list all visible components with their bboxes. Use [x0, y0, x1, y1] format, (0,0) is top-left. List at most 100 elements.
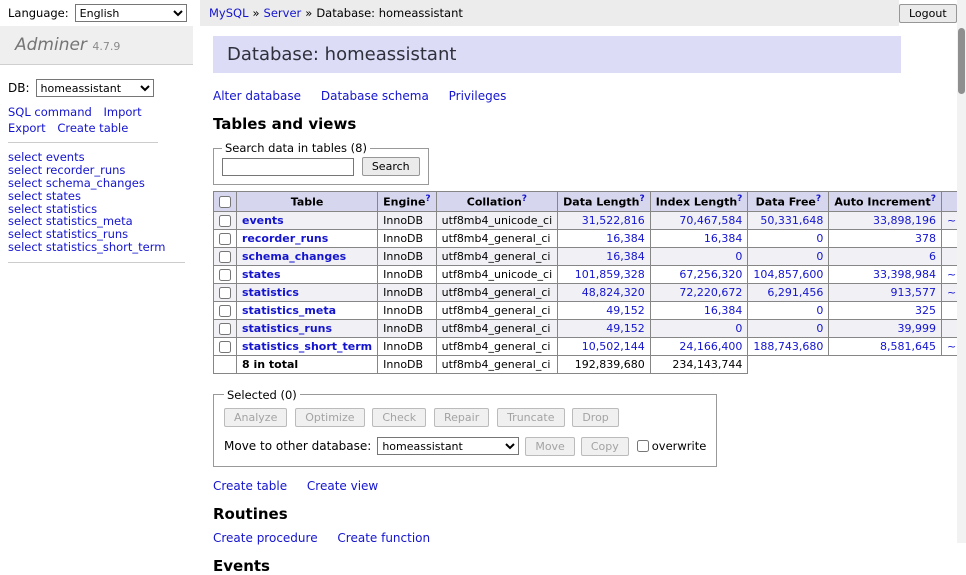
vertical-scrollbar[interactable]	[957, 0, 966, 543]
row-select-checkbox[interactable]	[219, 251, 231, 263]
selected-legend: Selected (0)	[224, 388, 300, 402]
table-name-link[interactable]: statistics_runs	[242, 322, 332, 335]
breadcrumb-current: Database: homeassistant	[316, 6, 463, 20]
data-length-link[interactable]: 16,384	[606, 250, 645, 263]
app-name-link[interactable]: Adminer	[15, 35, 87, 55]
data-free-link[interactable]: 104,857,600	[753, 268, 823, 281]
help-link[interactable]: ?	[737, 194, 742, 204]
table-name-link[interactable]: events	[242, 214, 284, 227]
language-select[interactable]: English	[75, 4, 187, 22]
privileges-link[interactable]: Privileges	[449, 89, 507, 103]
index-length-link[interactable]: 67,256,320	[679, 268, 742, 281]
index-length-link[interactable]: 16,384	[704, 304, 743, 317]
table-name-link[interactable]: statistics_meta	[242, 304, 336, 317]
scrollbar-thumb[interactable]	[958, 28, 965, 94]
table-row: events InnoDB utf8mb4_unicode_ci 31,522,…	[214, 211, 966, 229]
data-free-link[interactable]: 50,331,648	[760, 214, 823, 227]
database-schema-link[interactable]: Database schema	[321, 89, 429, 103]
index-length-link[interactable]: 70,467,584	[679, 214, 742, 227]
copy-button[interactable]: Copy	[581, 437, 629, 456]
table-link[interactable]: statistics_short_term	[46, 240, 166, 254]
create-links-row: Create table Create view	[213, 479, 901, 493]
column-header-table: Table	[237, 192, 378, 212]
table-name-link[interactable]: statistics_short_term	[242, 340, 372, 353]
data-free-link[interactable]: 188,743,680	[753, 340, 823, 353]
auto-increment-link[interactable]: 325	[915, 304, 936, 317]
move-button[interactable]: Move	[525, 437, 575, 456]
data-free-link[interactable]: 0	[816, 250, 823, 263]
select-all-checkbox[interactable]	[219, 196, 231, 208]
row-select-checkbox[interactable]	[219, 269, 231, 281]
index-length-link[interactable]: 0	[735, 322, 742, 335]
table-name-link[interactable]: recorder_runs	[242, 232, 328, 245]
db-select[interactable]: homeassistant	[36, 79, 154, 97]
auto-increment-link[interactable]: 33,398,984	[873, 268, 936, 281]
row-select-checkbox[interactable]	[219, 233, 231, 245]
sql-command-link[interactable]: SQL command	[8, 105, 92, 119]
alter-database-link[interactable]: Alter database	[213, 89, 301, 103]
search-button[interactable]: Search	[362, 157, 420, 176]
index-length-link[interactable]: 0	[735, 250, 742, 263]
row-select-checkbox[interactable]	[219, 215, 231, 227]
engine-cell: InnoDB	[378, 319, 437, 337]
data-length-link[interactable]: 49,152	[606, 304, 645, 317]
table-row: states InnoDB utf8mb4_unicode_ci 101,859…	[214, 265, 966, 283]
logout-button[interactable]: Logout	[899, 4, 957, 23]
row-select-checkbox[interactable]	[219, 305, 231, 317]
repair-button[interactable]: Repair	[434, 408, 489, 427]
check-button[interactable]: Check	[372, 408, 426, 427]
data-length-link[interactable]: 31,522,816	[582, 214, 645, 227]
data-length-link[interactable]: 16,384	[606, 232, 645, 245]
help-link[interactable]: ?	[931, 194, 936, 204]
data-free-link[interactable]: 0	[816, 232, 823, 245]
table-name-link[interactable]: statistics	[242, 286, 299, 299]
drop-button[interactable]: Drop	[572, 408, 618, 427]
analyze-button[interactable]: Analyze	[224, 408, 287, 427]
auto-increment-link[interactable]: 378	[915, 232, 936, 245]
help-link[interactable]: ?	[639, 194, 644, 204]
truncate-button[interactable]: Truncate	[497, 408, 564, 427]
totals-data-length: 192,839,680	[558, 355, 651, 373]
auto-increment-link[interactable]: 6	[929, 250, 936, 263]
select-action-link[interactable]: select	[8, 240, 42, 254]
help-link[interactable]: ?	[425, 194, 430, 204]
create-view-link[interactable]: Create view	[307, 479, 378, 493]
data-length-link[interactable]: 49,152	[606, 322, 645, 335]
auto-increment-link[interactable]: 913,577	[890, 286, 936, 299]
auto-increment-link[interactable]: 33,898,196	[873, 214, 936, 227]
create-table-link[interactable]: Create table	[213, 479, 287, 493]
export-link[interactable]: Export	[8, 121, 46, 135]
search-legend: Search data in tables (8)	[222, 141, 370, 155]
breadcrumb-server-link[interactable]: Server	[264, 6, 302, 20]
import-link[interactable]: Import	[103, 105, 141, 119]
table-name-link[interactable]: states	[242, 268, 281, 281]
move-db-select[interactable]: homeassistant	[377, 437, 519, 455]
index-length-link[interactable]: 72,220,672	[679, 286, 742, 299]
content: MySQL»Server»Database: homeassistant Log…	[200, 0, 957, 543]
breadcrumb-mysql-link[interactable]: MySQL	[209, 6, 249, 20]
overwrite-checkbox[interactable]	[637, 440, 649, 452]
data-length-link[interactable]: 48,824,320	[582, 286, 645, 299]
data-length-link[interactable]: 10,502,144	[582, 340, 645, 353]
help-link[interactable]: ?	[816, 194, 821, 204]
row-select-checkbox[interactable]	[219, 323, 231, 335]
row-select-checkbox[interactable]	[219, 341, 231, 353]
index-length-link[interactable]: 16,384	[704, 232, 743, 245]
table-row: statistics_runs InnoDB utf8mb4_general_c…	[214, 319, 966, 337]
optimize-button[interactable]: Optimize	[295, 408, 364, 427]
table-name-link[interactable]: schema_changes	[242, 250, 346, 263]
auto-increment-link[interactable]: 8,581,645	[880, 340, 936, 353]
data-length-link[interactable]: 101,859,328	[575, 268, 645, 281]
row-select-checkbox[interactable]	[219, 287, 231, 299]
help-link[interactable]: ?	[522, 194, 527, 204]
auto-increment-link[interactable]: 39,999	[897, 322, 936, 335]
create-table-sidebar-link[interactable]: Create table	[57, 121, 128, 135]
data-free-link[interactable]: 0	[816, 322, 823, 335]
search-input[interactable]	[222, 158, 354, 176]
table-row: statistics InnoDB utf8mb4_general_ci 48,…	[214, 283, 966, 301]
data-free-link[interactable]: 0	[816, 304, 823, 317]
totals-empty-cell	[214, 355, 237, 373]
data-free-link[interactable]: 6,291,456	[767, 286, 823, 299]
collation-cell: utf8mb4_general_ci	[436, 337, 557, 355]
index-length-link[interactable]: 24,166,400	[679, 340, 742, 353]
